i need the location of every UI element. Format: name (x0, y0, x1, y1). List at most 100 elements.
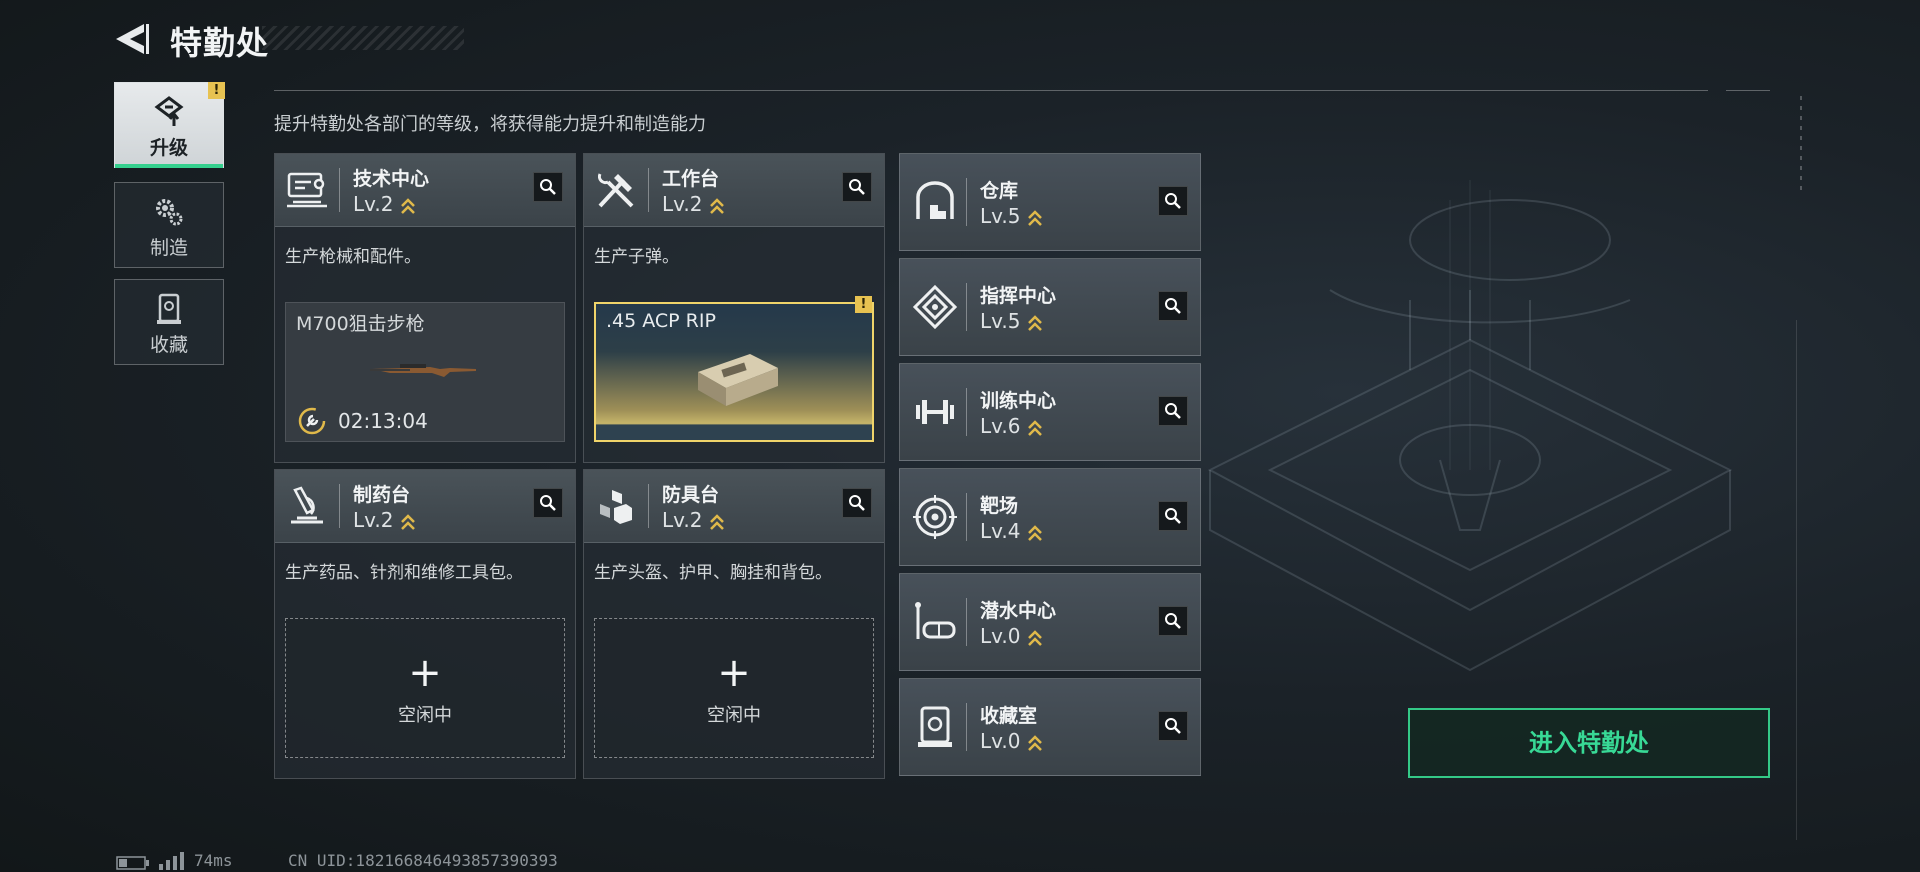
card-title: 防具台 (662, 484, 720, 506)
user-uid: CN UID:182166846493857390393 (288, 851, 558, 870)
search-icon (849, 495, 865, 511)
card-armor-bench[interactable]: 防具台 Lv.2 生产头盔、护甲、胸挂和背包。 + 空闲中 (583, 469, 885, 779)
search-button[interactable] (533, 172, 563, 202)
card-title: 制药台 (353, 484, 411, 506)
level-text: Lv.5 (980, 309, 1021, 333)
search-icon (540, 495, 556, 511)
level-up-chevron-icon (709, 197, 724, 214)
production-timer: 02:13:04 (338, 409, 428, 433)
collection-room-icon (918, 706, 952, 747)
search-button[interactable] (842, 172, 872, 202)
level-up-chevron-icon (1027, 314, 1042, 331)
add-icon: + (408, 650, 442, 696)
gears-icon (156, 199, 183, 226)
card-level: Lv.2 (353, 508, 416, 532)
back-arrow-icon[interactable] (114, 22, 150, 56)
search-icon (849, 179, 865, 195)
header-separator (648, 484, 649, 528)
armor-bench-icon (600, 490, 632, 524)
header-separator (966, 178, 967, 226)
level-text: Lv.4 (980, 519, 1021, 543)
header-separator (966, 598, 967, 646)
nav-collection-label: 收藏 (149, 334, 188, 356)
add-icon: + (717, 650, 751, 696)
empty-slot[interactable]: + 空闲中 (594, 618, 874, 758)
base-wireframe-illustration (1207, 180, 1733, 672)
search-button[interactable] (1158, 291, 1188, 321)
production-slot-highlighted[interactable]: .45 ACP RIP (594, 302, 874, 442)
header-separator (339, 484, 340, 528)
level-up-chevron-icon (1027, 524, 1042, 541)
card-pharmacy[interactable]: 制药台 Lv.2 生产药品、针剂和维修工具包。 + 空闲中 (274, 469, 576, 779)
facility-training-center[interactable]: 训练中心 Lv.6 (899, 363, 1201, 461)
header-separator (966, 703, 967, 751)
level-text: Lv.6 (980, 414, 1021, 438)
header-separator (966, 493, 967, 541)
card-title: 工作台 (662, 168, 720, 190)
ping-readout: 74ms (194, 851, 233, 870)
level-text: Lv.2 (353, 508, 394, 532)
search-icon (1165, 718, 1181, 734)
facility-level: Lv.0 (980, 729, 1043, 753)
facility-level: Lv.4 (980, 519, 1043, 543)
page-subtitle: 提升特勤处各部门的等级，将获得能力提升和制造能力 (274, 114, 706, 135)
card-title: 技术中心 (353, 168, 430, 190)
slot-status: 空闲中 (398, 705, 452, 726)
facility-warehouse[interactable]: 仓库 Lv.5 (899, 153, 1201, 251)
search-button[interactable] (1158, 501, 1188, 531)
facility-name: 收藏室 (980, 705, 1038, 727)
card-header: 工作台 Lv.2 (584, 154, 884, 227)
timer-wrench-icon (298, 407, 326, 435)
nav-craft-label: 制造 (149, 237, 188, 259)
facility-command-center[interactable]: 指挥中心 Lv.5 (899, 258, 1201, 356)
card-header: 技术中心 Lv.2 (275, 154, 575, 227)
search-icon (1165, 193, 1181, 209)
search-button[interactable] (1158, 396, 1188, 426)
signal-icon (159, 852, 184, 870)
facility-name: 指挥中心 (980, 285, 1057, 307)
search-button[interactable] (1158, 606, 1188, 636)
workbench-icon (597, 173, 634, 208)
level-text: Lv.2 (353, 192, 394, 216)
facility-name: 潜水中心 (980, 600, 1057, 622)
facility-collection-room[interactable]: 收藏室 Lv.0 (899, 678, 1201, 776)
collection-icon (157, 293, 181, 324)
decorative-line (1796, 320, 1797, 840)
production-slot[interactable]: M700狙击步枪 02:13:04 (285, 302, 565, 442)
facility-target-range[interactable]: 靶场 Lv.4 (899, 468, 1201, 566)
nav-collection[interactable]: 收藏 (114, 279, 224, 365)
warehouse-icon (916, 181, 954, 219)
level-up-chevron-icon (1027, 419, 1042, 436)
card-workbench[interactable]: 工作台 Lv.2 生产子弹。 .45 ACP RIP ! (583, 153, 885, 463)
search-button[interactable] (533, 488, 563, 518)
card-header: 制药台 Lv.2 (275, 470, 575, 543)
ammo-box-image (698, 354, 778, 406)
search-button[interactable] (1158, 186, 1188, 216)
search-icon (1165, 403, 1181, 419)
level-text: Lv.0 (980, 729, 1021, 753)
empty-slot[interactable]: + 空闲中 (285, 618, 565, 758)
pharmacy-icon (291, 486, 323, 524)
facility-diving-center[interactable]: 潜水中心 Lv.0 (899, 573, 1201, 671)
page-title: 特勤处 (170, 24, 270, 62)
enter-base-button[interactable]: 进入特勤处 (1408, 708, 1770, 778)
tech-center-icon (287, 172, 327, 208)
command-center-icon (912, 284, 958, 330)
search-icon (1165, 613, 1181, 629)
facility-name: 训练中心 (980, 390, 1057, 412)
card-description: 生产枪械和配件。 (285, 247, 421, 267)
search-button[interactable] (1158, 711, 1188, 741)
card-tech-center[interactable]: 技术中心 Lv.2 生产枪械和配件。 M700狙击步枪 02:13:04 (274, 153, 576, 463)
diving-mask-icon (915, 602, 956, 639)
nav-upgrade-warning-badge: ! (208, 82, 225, 99)
nav-craft[interactable]: 制造 (114, 182, 224, 268)
upgrade-icon (154, 96, 184, 126)
search-icon (540, 179, 556, 195)
search-button[interactable] (842, 488, 872, 518)
facility-level: Lv.5 (980, 204, 1043, 228)
facility-level: Lv.6 (980, 414, 1043, 438)
level-text: Lv.2 (662, 192, 703, 216)
card-description: 生产子弹。 (594, 247, 679, 267)
decorative-ticks (1800, 96, 1802, 196)
slot-item-name: M700狙击步枪 (296, 313, 425, 335)
